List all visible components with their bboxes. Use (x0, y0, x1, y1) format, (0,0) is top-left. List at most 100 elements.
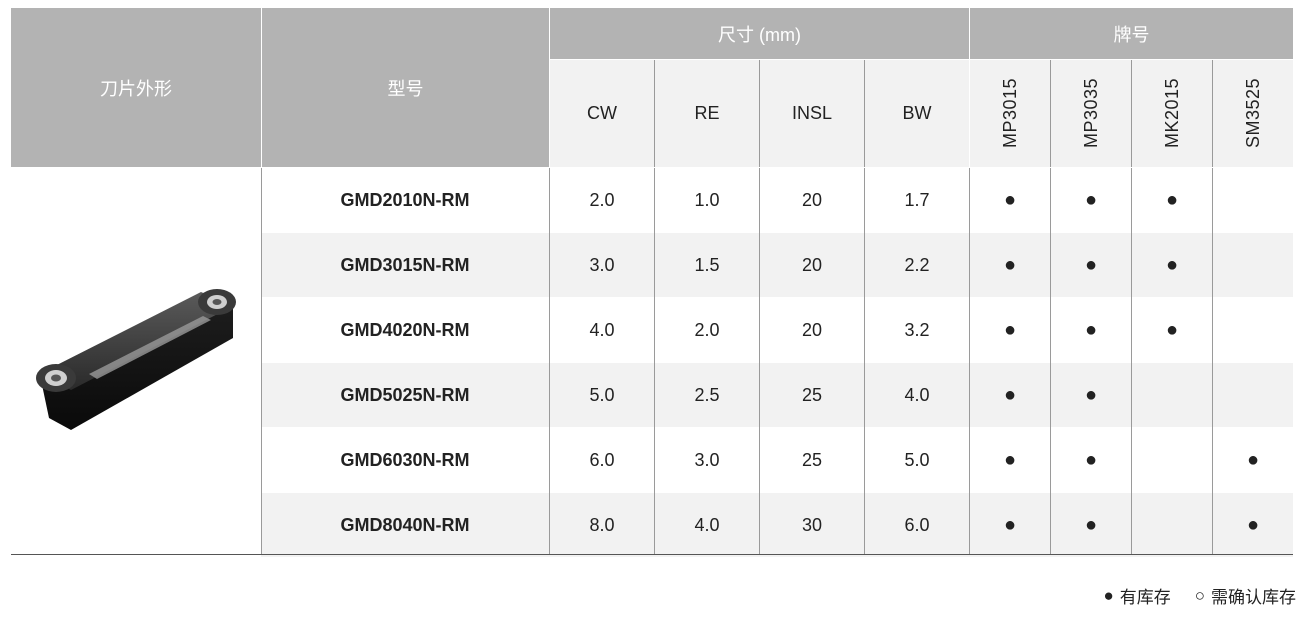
grade-cell-mp3035: ● (1084, 383, 1098, 406)
table-row: GMD6030N-RM 6.0 3.0 25 5.0 ● ● ● (261, 428, 1293, 492)
grade-cell-mk2015 (1132, 363, 1212, 427)
column-divider (654, 168, 655, 554)
subheader-cw: CW (550, 60, 654, 167)
subheader-bw-label: BW (902, 103, 932, 123)
grade-cell-sm3525 (1213, 298, 1293, 362)
cw-cell: 8.0 (589, 514, 615, 535)
grade-cell-sm3525: ● (1246, 448, 1260, 471)
header-dims-group: 尺寸 (mm) (550, 8, 969, 59)
table-row: GMD3015N-RM 3.0 1.5 20 2.2 ● ● ● (261, 233, 1293, 297)
grade-cell-sm3525 (1213, 168, 1293, 232)
grade-cell-mp3015: ● (1003, 513, 1017, 536)
subheader-grade-3-label: MK2015 (1161, 78, 1182, 149)
grade-cell-mp3015: ● (1003, 383, 1017, 406)
model-cell: GMD2010N-RM (340, 189, 470, 210)
insl-cell: 20 (801, 319, 823, 340)
column-divider (864, 168, 865, 554)
subheader-grade-1-label: MP3015 (999, 78, 1020, 149)
grade-cell-mp3035: ● (1084, 253, 1098, 276)
column-divider (1050, 60, 1051, 167)
subheader-insl-label: INSL (791, 103, 833, 123)
grade-cell-mk2015 (1132, 428, 1212, 492)
re-cell: 1.5 (694, 254, 720, 275)
grade-cell-mp3035: ● (1084, 188, 1098, 211)
table-row: GMD5025N-RM 5.0 2.5 25 4.0 ● ● (261, 363, 1293, 427)
insl-cell: 20 (801, 189, 823, 210)
bw-cell: 5.0 (904, 449, 930, 470)
grooving-insert-icon (36, 289, 236, 430)
model-cell: GMD8040N-RM (340, 514, 470, 535)
grade-cell-mk2015: ● (1165, 188, 1179, 211)
header-divider (550, 59, 1293, 60)
model-cell: GMD3015N-RM (340, 254, 470, 275)
insl-cell: 20 (801, 254, 823, 275)
column-divider (261, 168, 262, 554)
legend-confirm: 需确认库存 (1211, 588, 1296, 607)
header-model: 型号 (262, 8, 549, 167)
subheader-grade-1: MP3015 (970, 60, 1050, 167)
table-bottom-rule (11, 554, 1293, 555)
model-cell: GMD6030N-RM (340, 449, 470, 470)
bw-cell: 2.2 (904, 254, 930, 275)
subheader-cw-label: CW (587, 103, 617, 123)
stock-legend: ● 有库存 ○ 需确认库存 (1103, 583, 1296, 608)
table-row: GMD2010N-RM 2.0 1.0 20 1.7 ● ● ● (261, 168, 1293, 232)
subheader-grade-4-label: SM3525 (1242, 78, 1263, 149)
grade-cell-mp3035: ● (1084, 318, 1098, 341)
subheader-re-label: RE (694, 103, 720, 123)
bw-cell: 3.2 (904, 319, 930, 340)
cw-cell: 4.0 (589, 319, 615, 340)
column-divider (1212, 60, 1213, 167)
cw-cell: 6.0 (589, 449, 615, 470)
column-divider (759, 168, 760, 554)
header-divider (261, 8, 262, 167)
insl-cell: 25 (801, 449, 823, 470)
re-cell: 2.0 (694, 319, 720, 340)
filled-dot-icon: ● (1103, 585, 1114, 605)
grade-cell-mp3015: ● (1003, 188, 1017, 211)
re-cell: 4.0 (694, 514, 720, 535)
grade-cell-mk2015: ● (1165, 253, 1179, 276)
cw-cell: 3.0 (589, 254, 615, 275)
column-divider (1131, 60, 1132, 167)
bw-cell: 6.0 (904, 514, 930, 535)
grade-cell-sm3525: ● (1246, 513, 1260, 536)
grade-cell-sm3525 (1213, 363, 1293, 427)
grade-cell-mp3015: ● (1003, 318, 1017, 341)
grade-cell-mp3015: ● (1003, 253, 1017, 276)
subheader-grade-3: MK2015 (1132, 60, 1212, 167)
column-divider (759, 60, 760, 167)
grade-cell-mk2015: ● (1165, 318, 1179, 341)
subheader-grade-2-label: MP3035 (1080, 78, 1101, 149)
header-grade-label: 牌号 (1113, 24, 1150, 45)
column-divider (1131, 168, 1132, 554)
table-row: GMD8040N-RM 8.0 4.0 30 6.0 ● ● ● (261, 493, 1293, 557)
grade-cell-mp3035: ● (1084, 513, 1098, 536)
column-divider (654, 60, 655, 167)
header-divider (969, 8, 970, 167)
column-divider (1050, 168, 1051, 554)
column-divider (969, 168, 970, 554)
cw-cell: 2.0 (589, 189, 615, 210)
subheader-re: RE (655, 60, 759, 167)
model-cell: GMD4020N-RM (340, 319, 470, 340)
re-cell: 1.0 (694, 189, 720, 210)
column-divider (864, 60, 865, 167)
bw-cell: 4.0 (904, 384, 930, 405)
grade-cell-mk2015 (1132, 493, 1212, 557)
re-cell: 3.0 (694, 449, 720, 470)
insl-cell: 25 (801, 384, 823, 405)
grade-cell-mp3015: ● (1003, 448, 1017, 471)
column-divider (549, 168, 550, 554)
header-dims-label: 尺寸 (mm) (718, 24, 801, 45)
grade-cell-sm3525 (1213, 233, 1293, 297)
subheader-bw: BW (865, 60, 969, 167)
column-divider (1212, 168, 1213, 554)
header-divider (549, 8, 550, 167)
open-circle-icon: ○ (1194, 585, 1205, 605)
grade-cell-mp3035: ● (1084, 448, 1098, 471)
insert-image (11, 168, 261, 554)
model-cell: GMD5025N-RM (340, 384, 470, 405)
insl-cell: 30 (801, 514, 823, 535)
table-row: GMD4020N-RM 4.0 2.0 20 3.2 ● ● ● (261, 298, 1293, 362)
